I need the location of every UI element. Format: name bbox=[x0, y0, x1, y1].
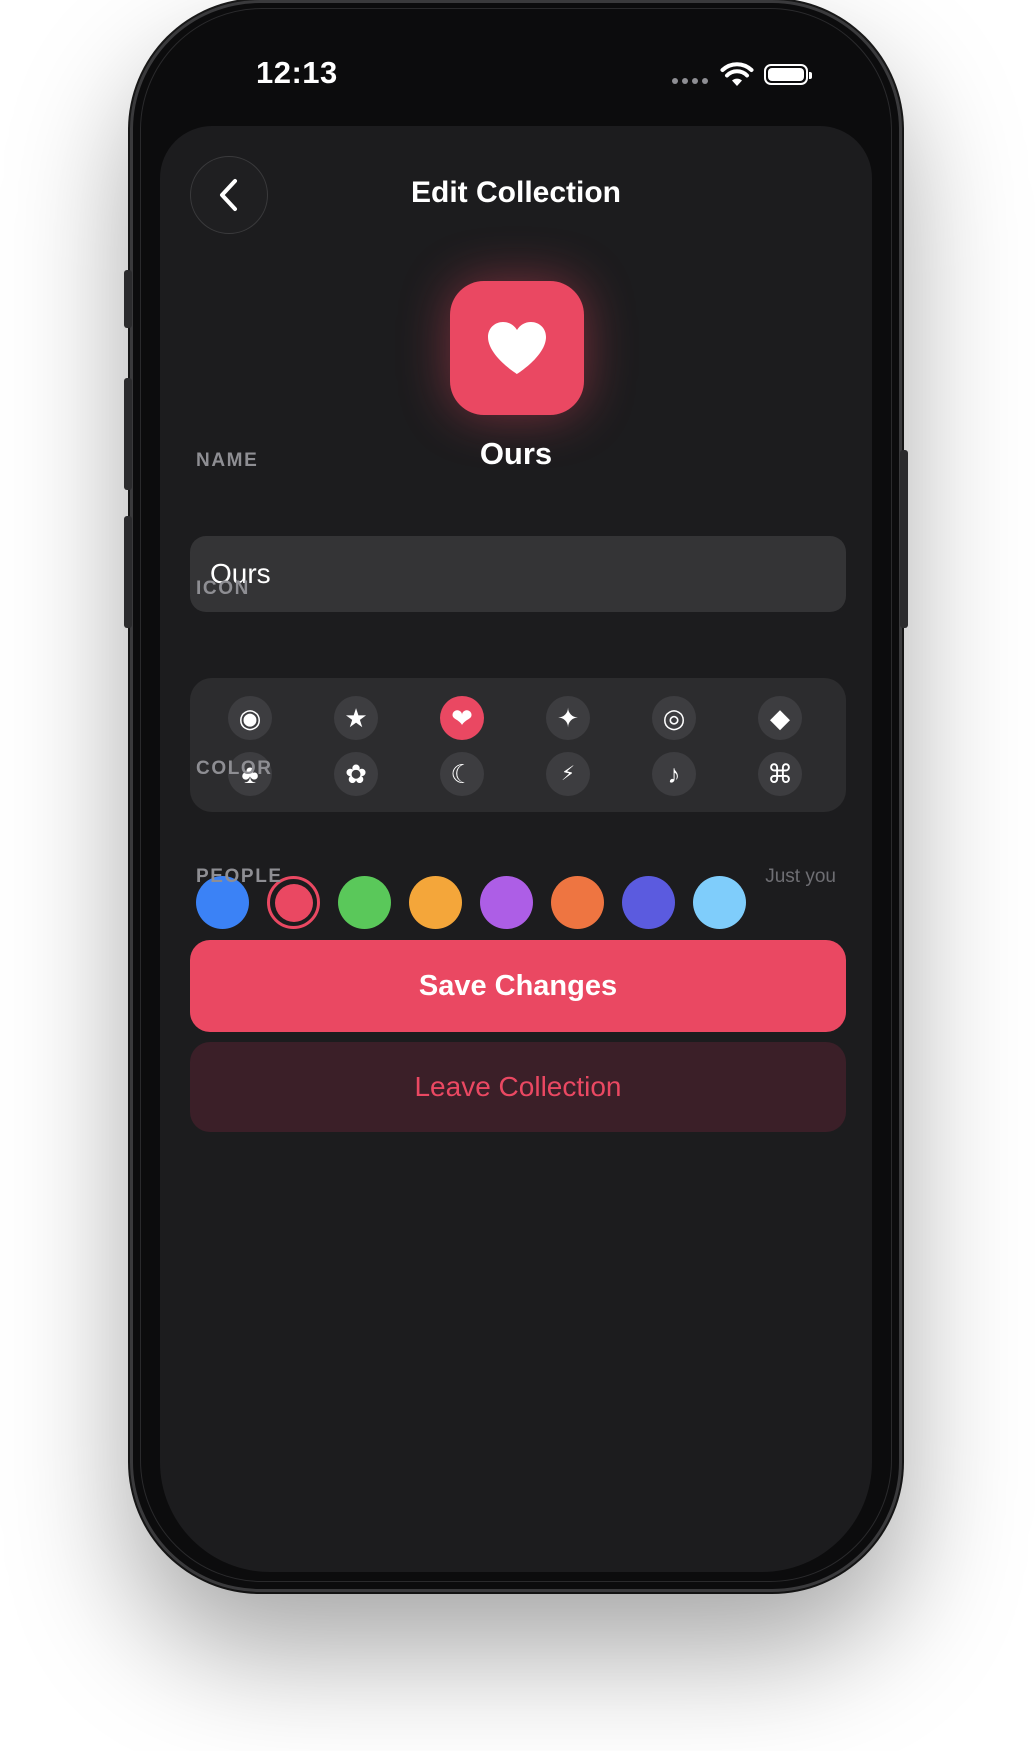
color-section-label: COLOR bbox=[196, 758, 273, 779]
leave-collection-button[interactable]: Leave Collection bbox=[190, 1042, 846, 1132]
status-time: 12:13 bbox=[256, 55, 338, 90]
people-value[interactable]: Just you bbox=[765, 866, 836, 888]
icon-option-double-circle[interactable]: ◎ bbox=[652, 696, 696, 740]
bolt-icon: ⚡ bbox=[560, 763, 576, 785]
battery-icon bbox=[764, 64, 812, 85]
edit-collection-sheet: Edit Collection Ours NAME ICON ◉★❤✦◎◆♣✿☾… bbox=[160, 126, 872, 1572]
cellular-signal-icon bbox=[672, 78, 708, 84]
save-changes-button[interactable]: Save Changes bbox=[190, 940, 846, 1032]
icon-section-label: ICON bbox=[196, 578, 250, 599]
volume-down-button bbox=[124, 516, 132, 628]
double-circle-icon: ◎ bbox=[662, 703, 686, 733]
icon-option-flower[interactable]: ✿ bbox=[334, 752, 378, 796]
icon-picker: ◉ ★ ❤ ✦ ◎ ◆ ♣ ✿ ☾ ⚡ ♪ ⌘ bbox=[190, 678, 846, 812]
circle-dot-icon: ◉ bbox=[238, 703, 262, 733]
flower-icon: ✿ bbox=[345, 759, 367, 789]
icon-option-diamond[interactable]: ◆ bbox=[758, 696, 802, 740]
page-title: Edit Collection bbox=[411, 176, 621, 209]
icon-option-bolt[interactable]: ⚡ bbox=[546, 752, 590, 796]
heart-icon bbox=[488, 322, 546, 374]
collection-name-preview: Ours bbox=[479, 436, 553, 471]
icon-option-star[interactable]: ★ bbox=[334, 696, 378, 740]
moon-icon: ☾ bbox=[450, 759, 474, 789]
color-swatch[interactable] bbox=[693, 876, 746, 929]
diamond-icon: ◆ bbox=[770, 703, 790, 733]
heart-icon: ❤ bbox=[451, 703, 473, 733]
volume-up-button bbox=[124, 378, 132, 490]
people-section-label: PEOPLE bbox=[196, 866, 283, 887]
action-button bbox=[124, 270, 132, 328]
sparkle-icon: ✦ bbox=[557, 703, 579, 733]
icon-option-command[interactable]: ⌘ bbox=[758, 752, 802, 796]
name-section-label: NAME bbox=[196, 450, 259, 471]
icon-option-sparkle[interactable]: ✦ bbox=[546, 696, 590, 740]
status-bar: 12:13 bbox=[0, 0, 1036, 120]
music-note-icon: ♪ bbox=[667, 759, 681, 789]
color-swatch[interactable] bbox=[409, 876, 462, 929]
icon-option-moon[interactable]: ☾ bbox=[440, 752, 484, 796]
star-icon: ★ bbox=[344, 703, 368, 733]
power-button bbox=[900, 450, 908, 628]
color-swatch[interactable] bbox=[338, 876, 391, 929]
command-icon: ⌘ bbox=[767, 759, 793, 789]
color-swatch[interactable] bbox=[622, 876, 675, 929]
color-swatch[interactable] bbox=[551, 876, 604, 929]
icon-option-heart[interactable]: ❤ bbox=[440, 696, 484, 740]
icon-option-music-note[interactable]: ♪ bbox=[652, 752, 696, 796]
wifi-icon bbox=[720, 62, 754, 86]
color-swatch[interactable] bbox=[480, 876, 533, 929]
collection-icon-preview bbox=[450, 281, 584, 415]
name-input[interactable] bbox=[190, 536, 846, 612]
icon-option-circle-dot[interactable]: ◉ bbox=[228, 696, 272, 740]
